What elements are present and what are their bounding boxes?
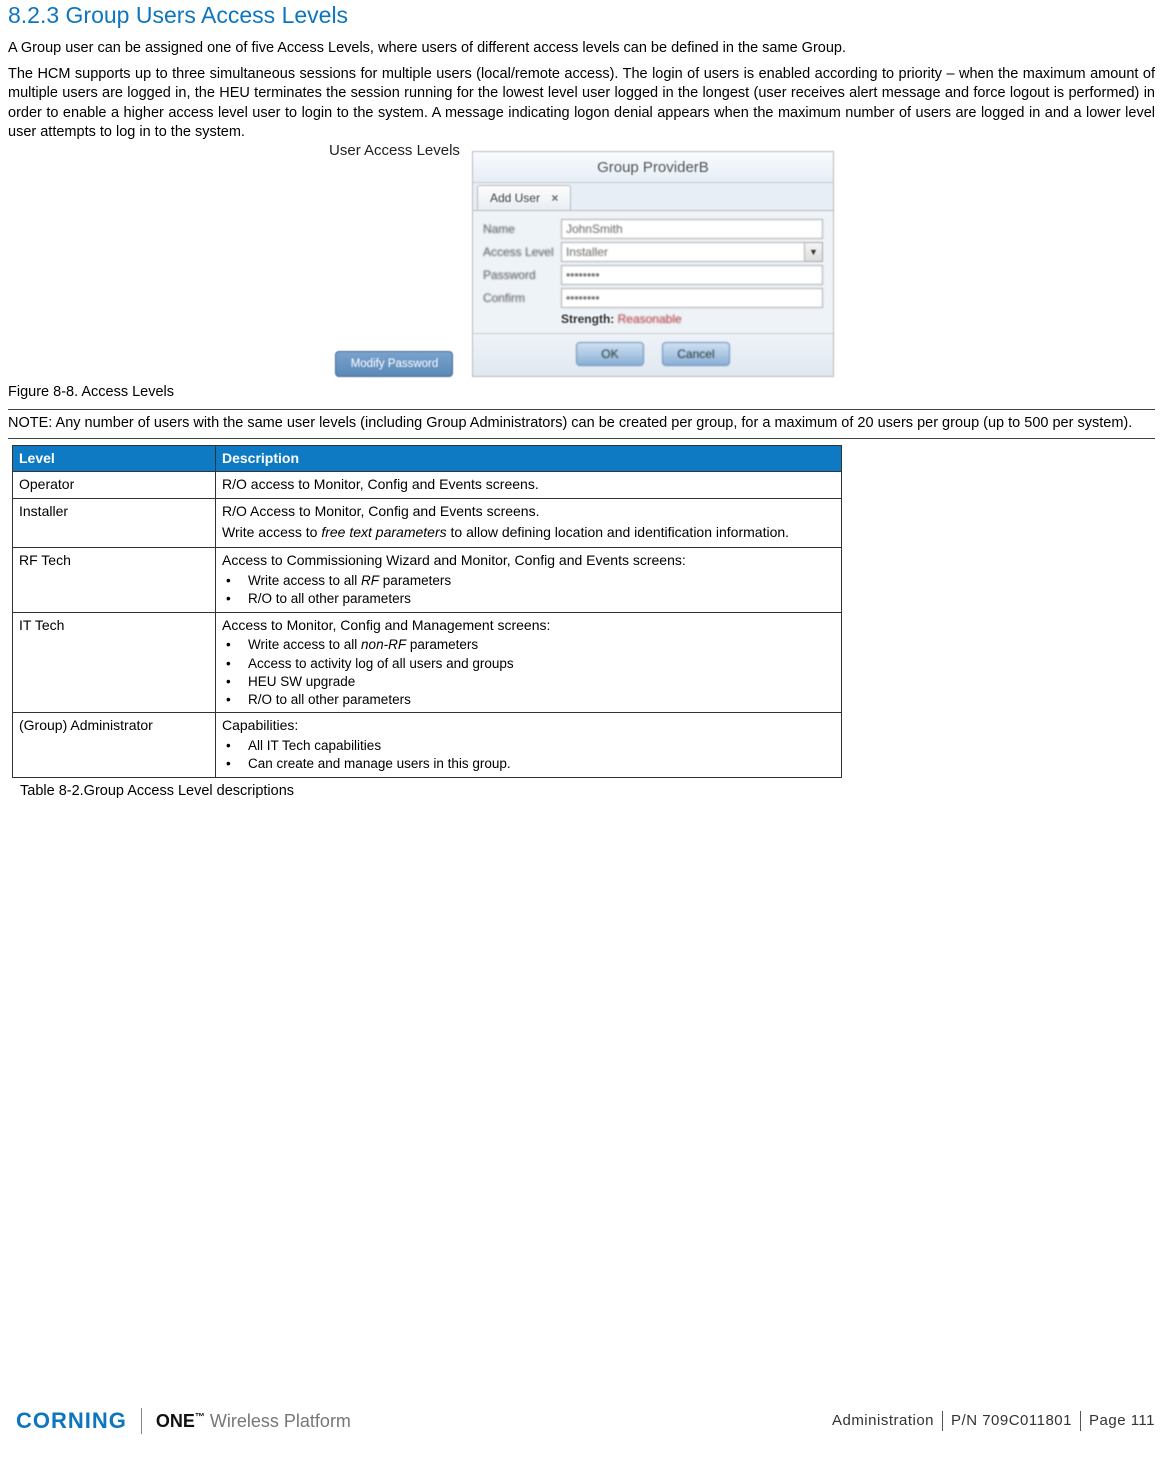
list-item: Can create and manage users in this grou… xyxy=(224,755,835,773)
level-cell: Installer xyxy=(13,499,216,548)
confirm-field[interactable] xyxy=(561,288,823,308)
access-level-field[interactable] xyxy=(561,242,805,262)
brand-corning: CORNING xyxy=(16,1406,127,1436)
list-item: Write access to all RF parameters xyxy=(224,572,835,590)
list-item: All IT Tech capabilities xyxy=(224,737,835,755)
description-cell: Access to Monitor, Config and Management… xyxy=(216,612,842,713)
table-row: IT TechAccess to Monitor, Config and Man… xyxy=(13,612,842,713)
name-field[interactable] xyxy=(561,219,823,239)
table-caption: Table 8-2.Group Access Level description… xyxy=(20,782,1155,802)
divider xyxy=(141,1408,142,1434)
figure-caption: Figure 8-8. Access Levels xyxy=(8,383,1155,403)
tab-label: Add User xyxy=(490,191,540,205)
footer-section: Administration xyxy=(824,1411,942,1431)
ok-button[interactable]: OK xyxy=(576,342,644,366)
page-footer: CORNING ONE™ Wireless Platform Administr… xyxy=(16,1406,1163,1436)
level-cell: IT Tech xyxy=(13,612,216,713)
col-header-level: Level xyxy=(13,445,216,471)
table-row: (Group) AdministratorCapabilities:All IT… xyxy=(13,713,842,777)
intro-paragraph-2: The HCM supports up to three simultaneou… xyxy=(8,65,1155,143)
description-cell: R/O access to Monitor, Config and Events… xyxy=(216,471,842,499)
footer-page: Page 111 xyxy=(1081,1411,1163,1431)
level-cell: RF Tech xyxy=(13,548,216,612)
figure-access-levels: User Access Levels Modify Password Group… xyxy=(8,151,1155,378)
level-cell: Operator xyxy=(13,471,216,499)
chevron-down-icon[interactable]: ▼ xyxy=(805,242,823,262)
list-item: R/O to all other parameters xyxy=(224,691,835,709)
strength-value: Reasonable xyxy=(618,312,682,326)
section-heading: 8.2.3 Group Users Access Levels xyxy=(8,0,1155,31)
level-cell: (Group) Administrator xyxy=(13,713,216,777)
note-text: NOTE: Any number of users with the same … xyxy=(8,414,1155,434)
description-cell: Capabilities:All IT Tech capabilitiesCan… xyxy=(216,713,842,777)
divider xyxy=(8,409,1155,410)
description-cell: Access to Commissioning Wizard and Monit… xyxy=(216,548,842,612)
table-row: InstallerR/O Access to Monitor, Config a… xyxy=(13,499,842,548)
add-user-dialog: Group ProviderB Add User × Name Access L… xyxy=(472,151,834,378)
modify-password-button[interactable]: Modify Password xyxy=(335,351,453,377)
close-icon[interactable]: × xyxy=(551,191,558,205)
list-item: R/O to all other parameters xyxy=(224,590,835,608)
password-label: Password xyxy=(483,267,561,283)
name-label: Name xyxy=(483,221,561,237)
list-item: Write access to all non-RF parameters xyxy=(224,636,835,654)
access-levels-table: Level Description OperatorR/O access to … xyxy=(12,445,842,778)
confirm-label: Confirm xyxy=(483,290,561,306)
intro-paragraph-1: A Group user can be assigned one of five… xyxy=(8,39,1155,59)
brand-one-wireless: ONE™ Wireless Platform xyxy=(156,1409,351,1433)
cancel-button[interactable]: Cancel xyxy=(662,342,730,366)
list-item: Access to activity log of all users and … xyxy=(224,655,835,673)
callout-label: User Access Levels xyxy=(329,141,460,161)
tab-add-user[interactable]: Add User × xyxy=(477,185,571,210)
table-row: RF TechAccess to Commissioning Wizard an… xyxy=(13,548,842,612)
list-item: HEU SW upgrade xyxy=(224,673,835,691)
access-level-label: Access Level xyxy=(483,244,561,260)
dialog-group-title: Group ProviderB xyxy=(473,152,833,183)
strength-label: Strength: xyxy=(561,312,614,326)
description-cell: R/O Access to Monitor, Config and Events… xyxy=(216,499,842,548)
password-field[interactable] xyxy=(561,265,823,285)
table-row: OperatorR/O access to Monitor, Config an… xyxy=(13,471,842,499)
footer-pn: P/N 709C011801 xyxy=(943,1411,1080,1431)
col-header-description: Description xyxy=(216,445,842,471)
divider xyxy=(8,438,1155,439)
